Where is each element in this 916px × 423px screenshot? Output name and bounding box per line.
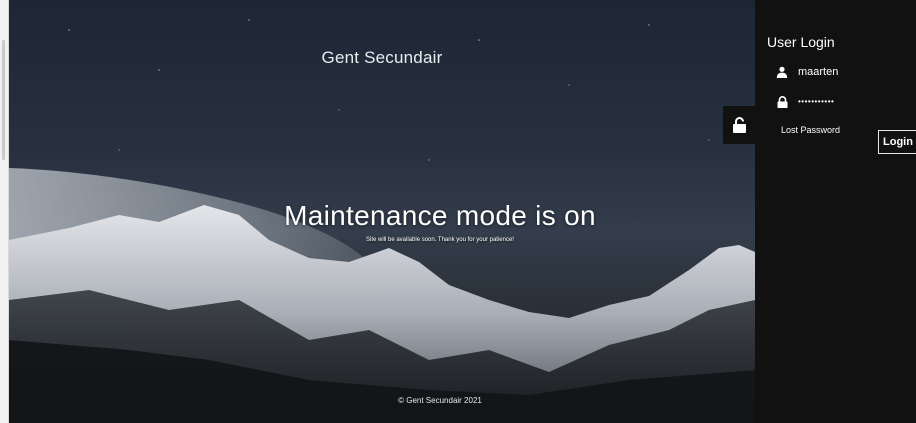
- lock-icon: [775, 95, 789, 109]
- login-title: User Login: [767, 34, 835, 50]
- maintenance-subheading: Site will be available soon. Thank you f…: [366, 237, 514, 243]
- username-field[interactable]: [798, 65, 868, 79]
- unlock-icon: [732, 117, 746, 133]
- password-field[interactable]: •••••••••••: [798, 95, 868, 109]
- user-icon: [775, 65, 789, 79]
- copyright-footer: © Gent Secundair 2021: [398, 396, 482, 405]
- username-row: [775, 64, 868, 80]
- page: Gent Secundair Maintenance mode is on Si…: [0, 0, 916, 423]
- scrollbar-thumb[interactable]: [2, 40, 5, 160]
- password-row: •••••••••••: [775, 94, 868, 110]
- lost-password-link[interactable]: Lost Password: [781, 125, 840, 135]
- site-title: Gent Secundair: [321, 48, 443, 67]
- login-button[interactable]: Login: [878, 130, 916, 154]
- maintenance-heading: Maintenance mode is on: [284, 200, 596, 231]
- user-login-panel: User Login ••••••••••• Lost Password: [755, 0, 916, 423]
- login-panel-toggle[interactable]: [723, 106, 755, 144]
